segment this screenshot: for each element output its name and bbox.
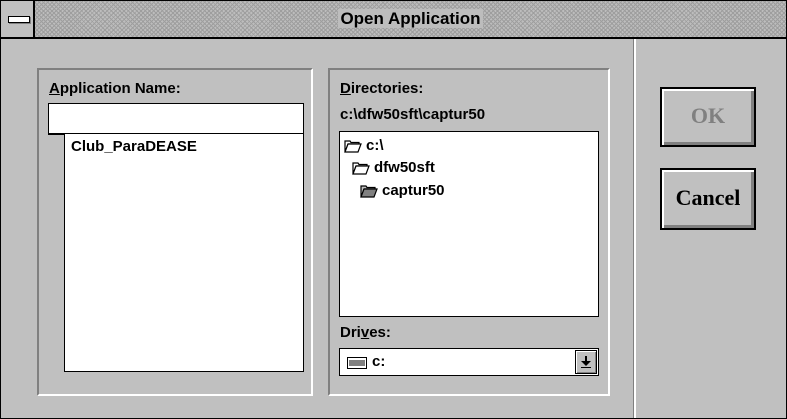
button-area-separator (633, 39, 636, 418)
application-name-label: Application Name: (49, 80, 181, 97)
ok-button-label: OK (690, 103, 726, 128)
drives-dropdown-button[interactable] (575, 350, 597, 374)
drives-label: Drives: (340, 324, 391, 341)
current-path: c:\dfw50sft\captur50 (340, 106, 486, 123)
list-item[interactable]: Club_ParaDEASE (71, 138, 197, 155)
drives-selected-value: c: (372, 353, 386, 370)
application-name-panel: Application Name: Club_ParaDEASE (37, 68, 313, 396)
window-title-container: Open Application (35, 1, 786, 37)
open-folder-icon (360, 185, 378, 198)
cancel-button-label: Cancel (675, 185, 741, 210)
tree-item-label: c:\ (366, 137, 384, 154)
directories-panel: Directories: c:\dfw50sft\captur50 c:\ df… (328, 68, 610, 396)
open-application-dialog: Open Application Application Name: Club_… (0, 0, 787, 419)
open-folder-icon (344, 140, 362, 153)
hard-drive-icon (347, 357, 367, 369)
system-menu-icon (8, 16, 30, 23)
ok-button[interactable]: OK (660, 87, 756, 147)
directory-tree[interactable]: c:\ dfw50sft captur50 (339, 131, 599, 317)
system-menu-button[interactable] (1, 1, 35, 37)
title-bar[interactable]: Open Application (1, 1, 786, 39)
application-list[interactable]: Club_ParaDEASE (64, 134, 304, 372)
application-name-input[interactable] (48, 103, 304, 135)
open-folder-icon (352, 162, 370, 175)
cancel-button[interactable]: Cancel (660, 168, 756, 230)
tree-item-label: captur50 (382, 182, 445, 199)
window-title: Open Application (338, 9, 483, 28)
dropdown-arrow-icon (581, 356, 591, 368)
drives-dropdown[interactable]: c: (339, 348, 599, 376)
tree-item-label: dfw50sft (374, 159, 435, 176)
directories-label: Directories: (340, 80, 424, 97)
